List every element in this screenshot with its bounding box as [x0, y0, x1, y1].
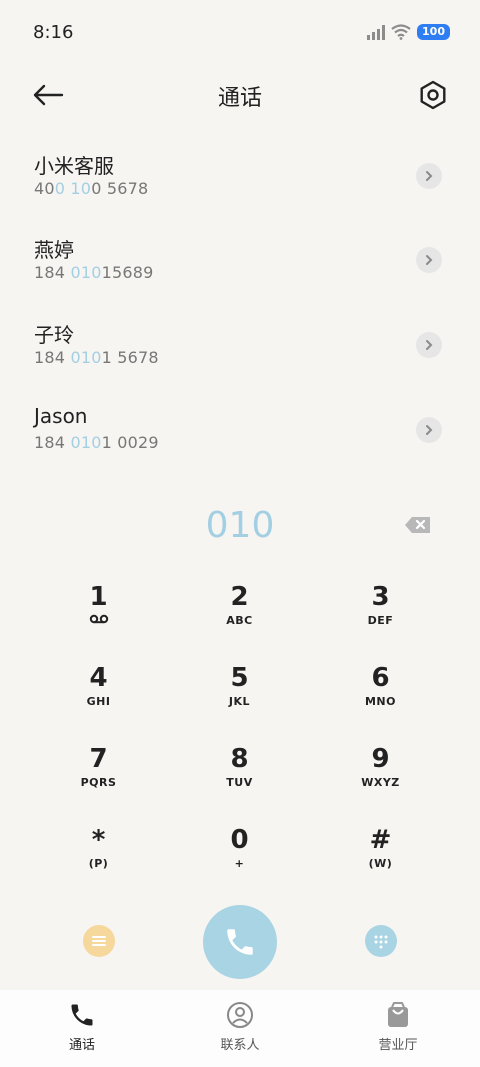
key-star[interactable]: * (P)	[28, 823, 169, 904]
contact-row[interactable]: 小米客服 400 100 5678	[0, 135, 480, 215]
bottom-nav: 通话 联系人 营业厅	[0, 990, 480, 1067]
contact-number: 400 100 5678	[34, 179, 149, 198]
voicemail-icon	[89, 614, 108, 624]
wifi-icon	[391, 24, 411, 40]
battery-indicator: 100	[417, 24, 450, 40]
key-4[interactable]: 4 GHI	[28, 661, 169, 742]
chevron-right-icon[interactable]	[416, 417, 442, 443]
chevron-right-icon[interactable]	[416, 332, 442, 358]
status-time: 8:16	[33, 22, 74, 43]
contact-name: Jason	[34, 404, 88, 428]
key-1[interactable]: 1	[28, 580, 169, 661]
settings-icon[interactable]	[416, 78, 450, 112]
contact-row[interactable]: 燕婷 184 01015689	[0, 219, 480, 299]
dialpad-icon	[374, 935, 388, 949]
call-button[interactable]	[203, 905, 277, 979]
page-title: 通话	[217, 86, 262, 111]
key-2[interactable]: 2 ABC	[169, 580, 310, 661]
key-9[interactable]: 9 WXYZ	[310, 742, 451, 823]
contact-name: 燕婷	[34, 238, 74, 262]
phone-icon	[71, 1004, 93, 1026]
dial-keypad: 1 2 ABC 3 DEF 4 GHI 5 JKL 6 MNO 7 PQRS 8 TUV 9W…	[28, 580, 452, 904]
key-7[interactable]: 7 PQRS	[28, 742, 169, 823]
chevron-right-icon[interactable]	[416, 247, 442, 273]
menu-button[interactable]	[83, 925, 115, 957]
nav-label: 通话	[68, 1038, 95, 1053]
status-bar: 8:16 100	[0, 0, 480, 68]
key-hash[interactable]: # (W)	[310, 823, 451, 904]
nav-item-store[interactable]: 营业厅	[338, 1000, 458, 1053]
key-0[interactable]: 0 +	[169, 823, 310, 904]
contact-row[interactable]: Jason 184 0101 0029	[0, 389, 480, 469]
contact-number: 184 01015689	[34, 263, 154, 282]
bag-icon	[388, 1002, 408, 1027]
contact-icon	[227, 1002, 253, 1028]
signal-icon	[367, 24, 386, 40]
contact-number: 184 0101 5678	[34, 348, 159, 367]
key-5[interactable]: 5 JKL	[169, 661, 310, 742]
nav-label: 营业厅	[378, 1038, 418, 1053]
nav-label: 联系人	[220, 1038, 260, 1053]
chevron-right-icon[interactable]	[416, 163, 442, 189]
nav-item-contacts[interactable]: 联系人	[180, 1000, 300, 1053]
status-icons: 100	[367, 24, 450, 40]
nav-item-calls[interactable]: 通话	[22, 1000, 142, 1053]
menu-icon	[92, 936, 106, 946]
key-8[interactable]: 8 TUV	[169, 742, 310, 823]
contact-name: 小米客服	[34, 154, 114, 178]
contact-number: 184 0101 0029	[34, 433, 159, 452]
phone-icon	[227, 929, 253, 955]
key-3[interactable]: 3 DEF	[310, 580, 451, 661]
key-6[interactable]: 6 MNO	[310, 661, 451, 742]
contact-row[interactable]: 子玲 184 0101 5678	[0, 304, 480, 384]
backspace-icon[interactable]	[404, 515, 432, 535]
contact-name: 子玲	[34, 323, 74, 347]
keypad-toggle-button[interactable]	[365, 925, 397, 957]
header: 通话	[0, 68, 480, 122]
action-row	[0, 905, 480, 979]
